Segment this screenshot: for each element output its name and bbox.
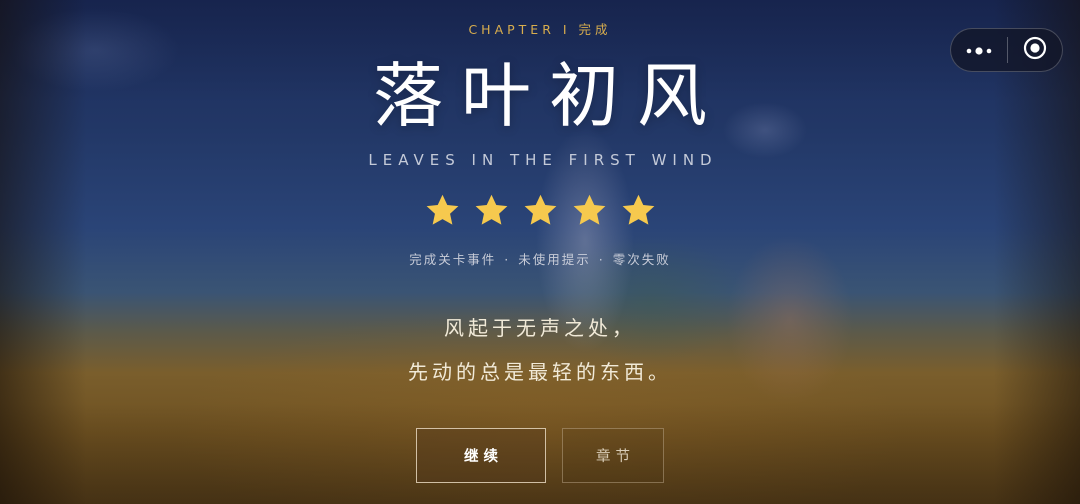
close-mini-program-button[interactable] [1008,29,1062,71]
achievement-item: 零次失败 [612,252,671,267]
more-dots-icon [966,41,992,60]
achievement-separator: · [504,252,511,267]
star-rating [0,192,1080,229]
chapters-button[interactable]: 章节 [562,428,664,483]
continue-button[interactable]: 继续 [416,428,546,483]
achievement-list: 完成关卡事件 · 未使用提示 · 零次失败 [0,249,1080,268]
achievement-item: 未使用提示 [518,252,591,267]
star-icon [473,192,510,229]
poem-line-2: 先动的总是最轻的东西。 [408,360,672,384]
star-icon [522,192,559,229]
level-title: 落叶初风 [373,55,725,137]
star-icon [620,192,657,229]
achievement-separator: · [598,252,605,267]
star-icon [424,192,461,229]
more-menu-button[interactable] [951,29,1007,71]
level-subtitle: LEAVES IN THE FIRST WIND [368,151,718,169]
chapter-complete-label: CHAPTER Ⅰ 完成 [468,22,612,37]
star-icon [571,192,608,229]
achievement-item: 完成关卡事件 [409,252,497,267]
level-complete-screen: CHAPTER Ⅰ 完成 落叶初风 LEAVES IN THE FIRST WI… [0,0,1080,504]
mini-program-capsule [950,28,1063,72]
target-close-icon [1023,36,1047,64]
poem-line-1: 风起于无声之处， [444,316,636,340]
